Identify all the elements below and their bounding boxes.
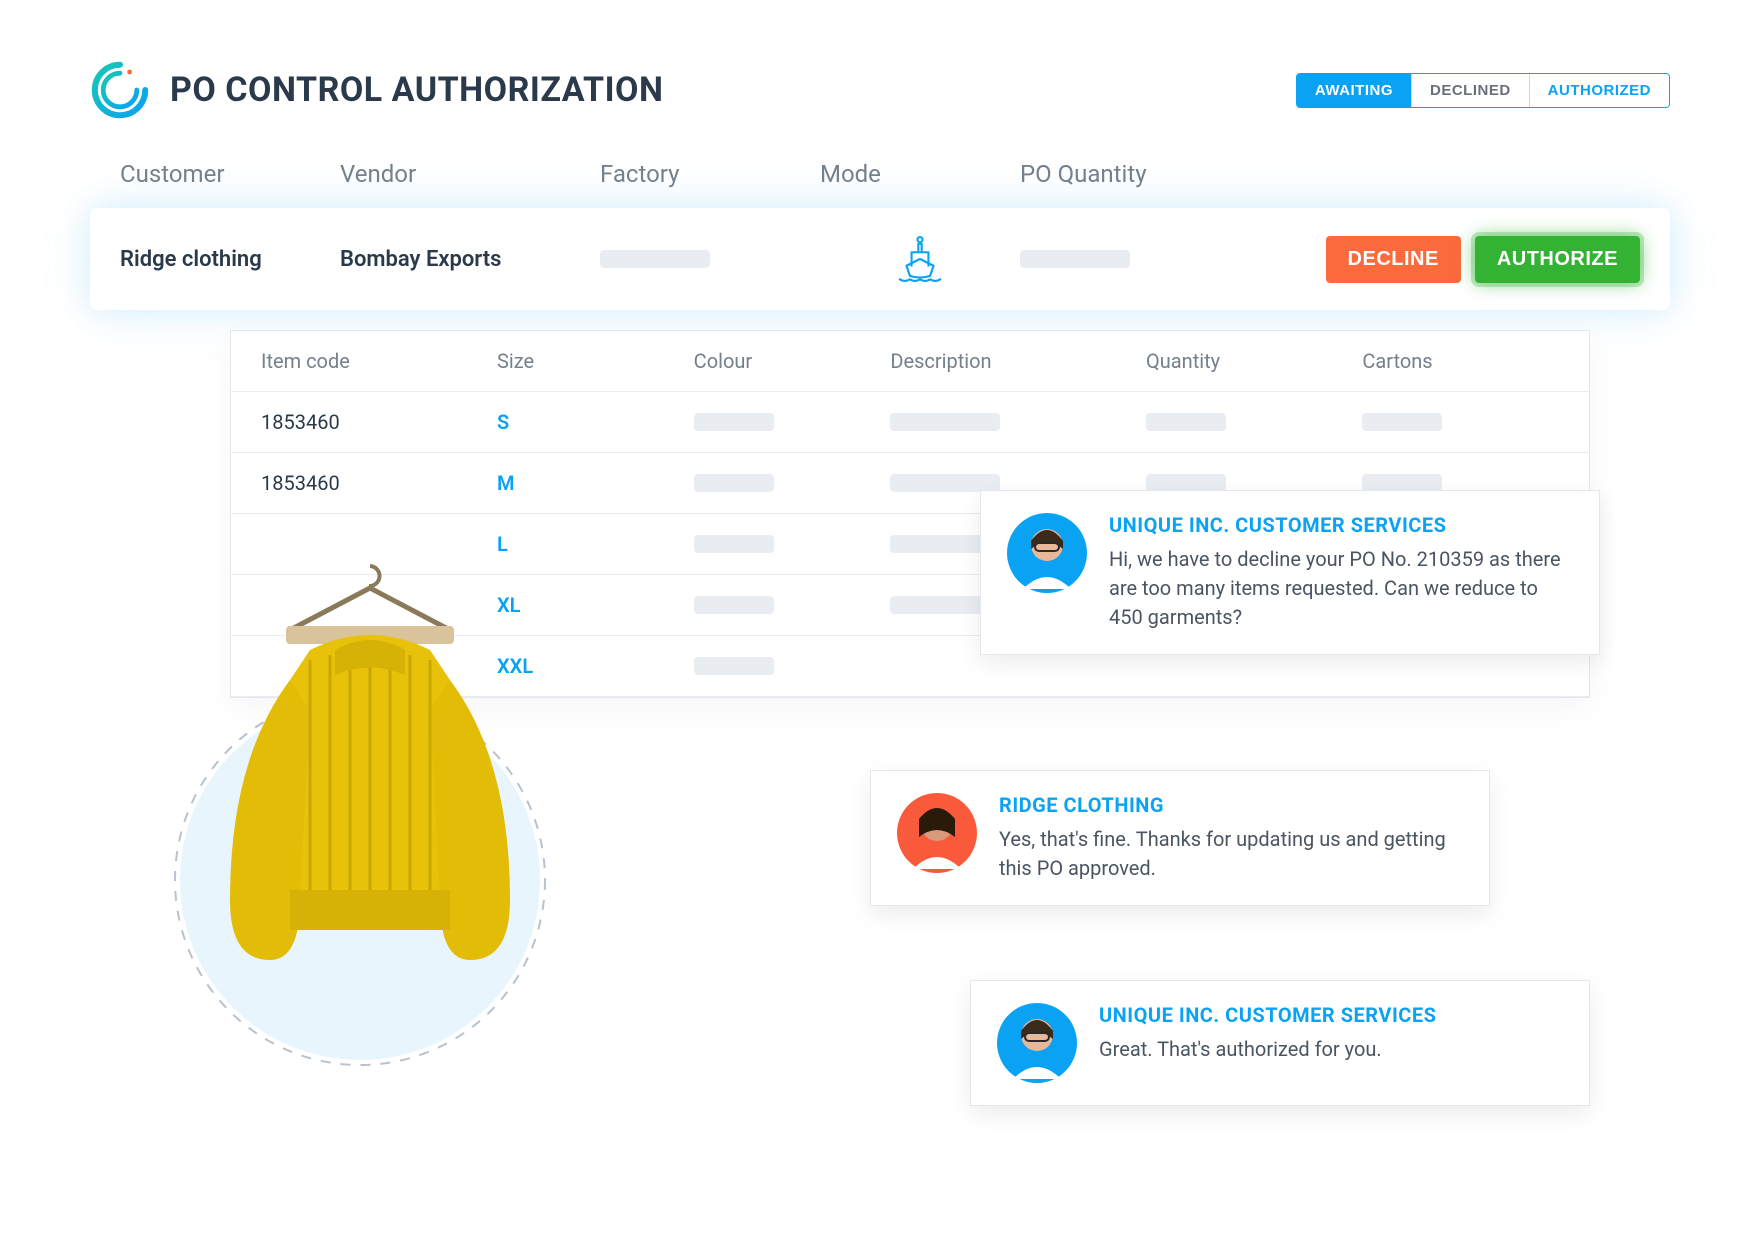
item-size: M: [497, 471, 694, 495]
item-desc: [890, 413, 1146, 431]
chat-sender: UNIQUE INC. CUSTOMER SERVICES: [1109, 513, 1573, 537]
chat-text: Hi, we have to decline your PO No. 21035…: [1109, 545, 1573, 632]
chat-sender: RIDGE CLOTHING: [999, 793, 1463, 817]
header: PO CONTROL AUTHORIZATION AWAITING DECLIN…: [90, 60, 1670, 120]
table-row[interactable]: 1853460 S: [231, 392, 1589, 453]
dashed-circle-icon: [170, 690, 550, 1070]
th-size: Size: [497, 349, 694, 373]
item-table-head: Item code Size Colour Description Quanti…: [231, 331, 1589, 392]
th-cartons: Cartons: [1362, 349, 1559, 373]
app-logo-icon: [90, 60, 150, 120]
filter-awaiting[interactable]: AWAITING: [1297, 74, 1412, 107]
th-item-code: Item code: [261, 349, 497, 373]
filter-authorized[interactable]: AUTHORIZED: [1530, 74, 1669, 107]
po-factory: [600, 250, 820, 268]
page-title: PO CONTROL AUTHORIZATION: [170, 70, 663, 110]
po-column-headers: Customer Vendor Factory Mode PO Quantity: [90, 160, 1670, 208]
item-qty: [1146, 413, 1362, 431]
item-colour: [694, 596, 891, 614]
avatar-icon: [897, 793, 977, 873]
chat-message: UNIQUE INC. CUSTOMER SERVICES Great. Tha…: [970, 980, 1590, 1106]
item-size: XL: [497, 593, 694, 617]
po-customer: Ridge clothing: [120, 247, 340, 272]
th-colour: Colour: [694, 349, 891, 373]
th-description: Description: [890, 349, 1146, 373]
item-size: L: [497, 532, 694, 556]
item-colour: [694, 413, 891, 431]
po-quantity: [1020, 250, 1220, 268]
item-colour: [694, 657, 891, 675]
item-code: 1853460: [261, 410, 497, 434]
status-filter: AWAITING DECLINED AUTHORIZED: [1296, 73, 1670, 108]
item-size: S: [497, 410, 694, 434]
item-colour: [694, 474, 891, 492]
ship-mode-icon: [820, 232, 1020, 286]
chat-message: UNIQUE INC. CUSTOMER SERVICES Hi, we hav…: [980, 490, 1600, 655]
item-cart: [1362, 413, 1559, 431]
chat-text: Yes, that's fine. Thanks for updating us…: [999, 825, 1463, 883]
chat-message: RIDGE CLOTHING Yes, that's fine. Thanks …: [870, 770, 1490, 906]
col-mode: Mode: [820, 160, 1020, 188]
decline-button[interactable]: DECLINE: [1326, 236, 1461, 283]
avatar-icon: [997, 1003, 1077, 1083]
authorize-button[interactable]: AUTHORIZE: [1475, 236, 1640, 283]
item-size: XXL: [497, 654, 694, 678]
filter-declined[interactable]: DECLINED: [1412, 74, 1530, 107]
avatar-icon: [1007, 513, 1087, 593]
chat-text: Great. That's authorized for you.: [1099, 1035, 1436, 1064]
item-colour: [694, 535, 891, 553]
title-wrap: PO CONTROL AUTHORIZATION: [90, 60, 663, 120]
chat-sender: UNIQUE INC. CUSTOMER SERVICES: [1099, 1003, 1436, 1027]
col-customer: Customer: [120, 160, 340, 188]
col-vendor: Vendor: [340, 160, 600, 188]
th-quantity: Quantity: [1146, 349, 1362, 373]
col-po-quantity: PO Quantity: [1020, 160, 1220, 188]
item-code: 1853460: [261, 471, 497, 495]
col-factory: Factory: [600, 160, 820, 188]
po-row[interactable]: Ridge clothing Bombay Exports DECLINE AU…: [90, 208, 1670, 310]
po-vendor: Bombay Exports: [340, 247, 600, 272]
